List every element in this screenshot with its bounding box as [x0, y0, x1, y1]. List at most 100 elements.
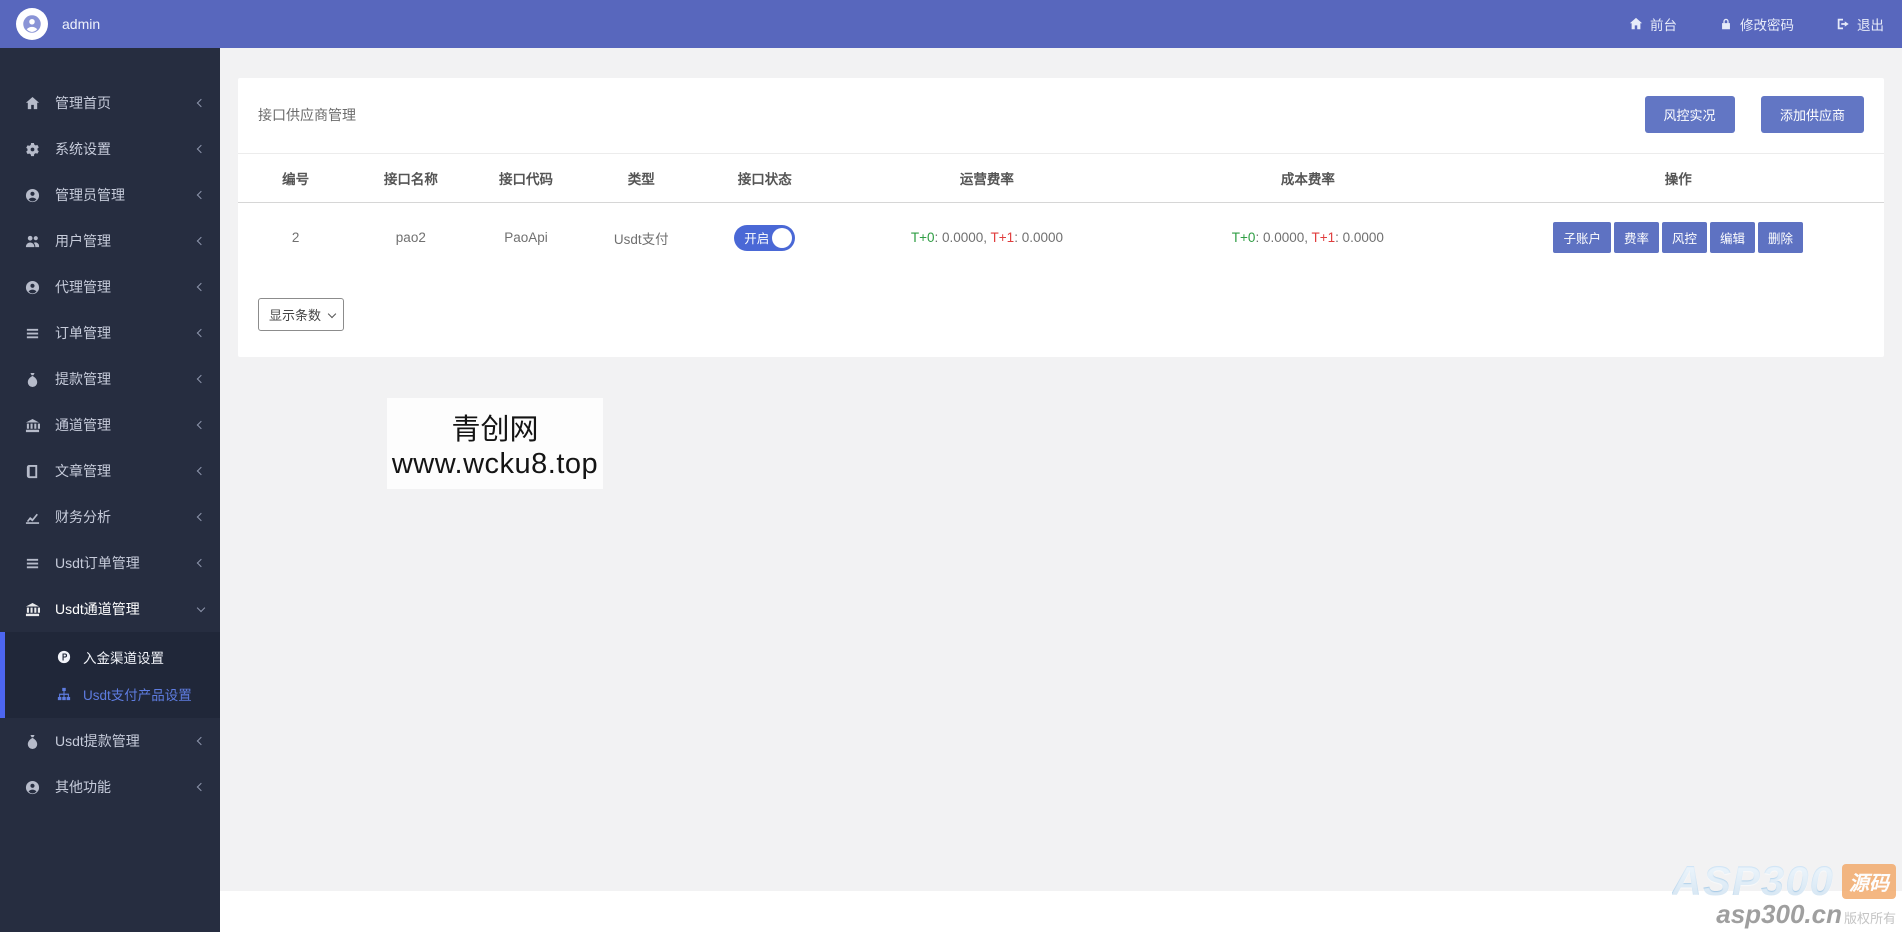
sidebar: 管理首页 系统设置 管理员管理 用户管理 代理管理 订单管理 提款管理 通道管理 [0, 48, 220, 932]
page-size-select[interactable]: 显示条数 [258, 298, 345, 331]
nav-change-password-label: 修改密码 [1740, 18, 1794, 33]
select-arrow-icon [327, 309, 337, 318]
cell-actions: 子账户 费率 风控 编辑 删除 [1472, 203, 1884, 273]
cell-type: Usdt支付 [613, 231, 669, 247]
bank-icon [25, 602, 40, 617]
t0-label: T+0 [1231, 230, 1256, 245]
sidebar-item-withdrawal-management[interactable]: 提款管理 [0, 356, 220, 402]
sidebar-item-other-functions[interactable]: 其他功能 [0, 764, 220, 810]
col-id: 编号 [238, 153, 354, 203]
t0-value: : 0.0000, [1255, 230, 1308, 245]
money-bag-icon [25, 734, 40, 749]
sidebar-subitem-label: 入金渠道设置 [83, 650, 164, 666]
toggle-knob [772, 227, 793, 248]
watermark-line2: www.wcku8.top [391, 448, 599, 480]
sidebar-item-admin-management[interactable]: 管理员管理 [0, 172, 220, 218]
sidebar-item-label: Usdt提款管理 [55, 733, 140, 749]
table-header-row: 编号 接口名称 接口代码 类型 接口状态 运营费率 成本费率 操作 [238, 153, 1884, 203]
col-api-code: 接口代码 [468, 153, 584, 203]
sidebar-item-usdt-withdrawal-management[interactable]: Usdt提款管理 [0, 718, 220, 764]
gears-icon [25, 142, 40, 157]
card-header-buttons: 风控实况 添加供应商 [1623, 96, 1864, 133]
site-watermark: 青创网 www.wcku8.top [387, 398, 603, 489]
sidebar-item-label: 提款管理 [55, 371, 111, 387]
page-size-label: 显示条数 [269, 308, 322, 323]
usdt-channel-submenu: 入金渠道设置 Usdt支付产品设置 [0, 632, 220, 718]
list-icon [25, 326, 40, 341]
sidebar-item-label: 财务分析 [55, 509, 111, 525]
chevron-left-icon [196, 466, 206, 476]
topbar: admin 前台 修改密码 退出 [0, 0, 1902, 48]
sidebar-item-label: Usdt通道管理 [55, 601, 140, 617]
sidebar-item-usdt-order-management[interactable]: Usdt订单管理 [0, 540, 220, 586]
rate-button[interactable]: 费率 [1613, 222, 1659, 253]
suppliers-table: 编号 接口名称 接口代码 类型 接口状态 运营费率 成本费率 操作 2 pao2… [238, 153, 1884, 272]
sidebar-item-label: 文章管理 [55, 463, 111, 479]
chevron-left-icon [196, 374, 206, 384]
chevron-down-icon [196, 603, 206, 612]
watermark-line1: 青创网 [451, 414, 539, 446]
sidebar-subitem-deposit-channel-settings[interactable]: 入金渠道设置 [5, 638, 220, 675]
nav-logout[interactable]: 退出 [1836, 14, 1884, 34]
avatar[interactable] [16, 8, 48, 40]
chevron-left-icon [196, 558, 206, 568]
risk-control-button[interactable]: 风控 [1661, 222, 1707, 253]
sidebar-item-label: 管理首页 [55, 95, 111, 111]
sidebar-item-agent-management[interactable]: 代理管理 [0, 264, 220, 310]
risk-live-button[interactable]: 风控实况 [1644, 96, 1735, 133]
cell-api-status: 开启 [699, 203, 831, 273]
table-row: 2 pao2 PaoApi Usdt支付 开启 T+0: 0.0000, T+1… [238, 203, 1884, 273]
chevron-left-icon [196, 420, 206, 430]
logout-icon [1836, 17, 1850, 31]
list-icon [25, 556, 40, 571]
asp300-watermark: ASP300 源码 asp300.cn 版权所有 [1672, 857, 1896, 930]
sidebar-item-label: Usdt订单管理 [55, 555, 140, 571]
status-toggle[interactable]: 开启 [734, 224, 796, 251]
cell-operating-rate: T+0: 0.0000, T+1: 0.0000 [831, 203, 1144, 273]
p-circle-icon [57, 650, 71, 664]
sidebar-item-usdt-channel-management[interactable]: Usdt通道管理 [0, 586, 220, 632]
add-supplier-button[interactable]: 添加供应商 [1760, 96, 1864, 133]
page-title: 接口供应商管理 [258, 106, 356, 123]
col-type: 类型 [583, 153, 699, 203]
home-icon [1629, 17, 1643, 31]
chevron-left-icon [196, 98, 206, 108]
book-icon [25, 464, 40, 479]
sidebar-item-admin-home[interactable]: 管理首页 [0, 80, 220, 126]
chevron-left-icon [196, 236, 206, 246]
sidebar-item-system-settings[interactable]: 系统设置 [0, 126, 220, 172]
bank-icon [25, 418, 40, 433]
cell-cost-rate: T+0: 0.0000, T+1: 0.0000 [1143, 203, 1472, 273]
nav-change-password[interactable]: 修改密码 [1719, 14, 1794, 34]
sidebar-item-article-management[interactable]: 文章管理 [0, 448, 220, 494]
users-icon [25, 234, 40, 249]
t1-label: T+1 [1311, 230, 1336, 245]
chevron-left-icon [196, 782, 206, 792]
sidebar-item-label: 代理管理 [55, 279, 111, 295]
card-header: 接口供应商管理 风控实况 添加供应商 [238, 78, 1884, 153]
sidebar-item-channel-management[interactable]: 通道管理 [0, 402, 220, 448]
content-card: 接口供应商管理 风控实况 添加供应商 编号 接口名称 接口代码 类型 接口状态 … [238, 78, 1884, 357]
asp300-logo: ASP300 [1671, 857, 1834, 904]
sidebar-item-finance-analysis[interactable]: 财务分析 [0, 494, 220, 540]
copyright-text: 版权所有 [1843, 911, 1896, 926]
sidebar-subitem-usdt-product-settings[interactable]: Usdt支付产品设置 [5, 675, 220, 712]
sidebar-item-user-management[interactable]: 用户管理 [0, 218, 220, 264]
delete-button[interactable]: 删除 [1758, 222, 1804, 253]
home-icon [25, 96, 40, 111]
sidebar-item-label: 其他功能 [55, 779, 111, 795]
sidebar-item-order-management[interactable]: 订单管理 [0, 310, 220, 356]
sidebar-item-label: 管理员管理 [55, 187, 125, 203]
sidebar-item-label: 系统设置 [55, 141, 111, 157]
sub-account-button[interactable]: 子账户 [1553, 222, 1611, 253]
topbar-user: admin [0, 8, 100, 40]
t1-value: : 0.0000 [1014, 230, 1063, 245]
user-circle-icon [25, 280, 40, 295]
chevron-left-icon [196, 144, 206, 154]
t0-label: T+0 [910, 230, 935, 245]
asp300-domain: asp300.cn [1716, 899, 1842, 929]
edit-button[interactable]: 编辑 [1709, 222, 1755, 253]
col-api-status: 接口状态 [698, 153, 831, 203]
nav-frontend[interactable]: 前台 [1629, 14, 1677, 34]
cell-api-name: pao2 [395, 230, 426, 245]
